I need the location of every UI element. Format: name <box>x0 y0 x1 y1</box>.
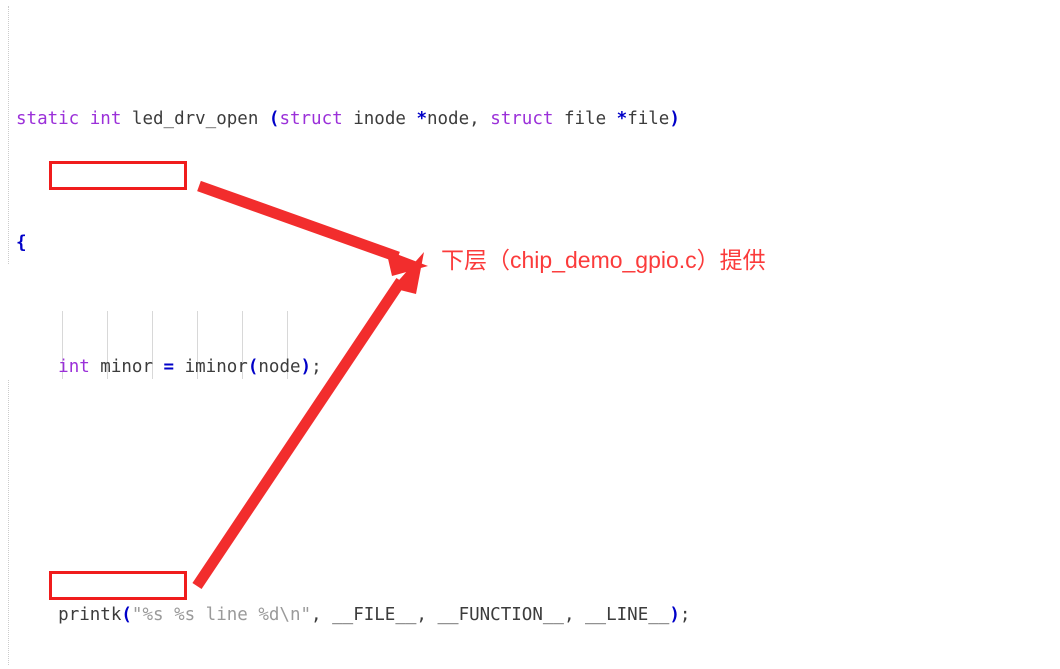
token-param-node: node, <box>426 109 491 130</box>
asterisk-2: * <box>616 109 628 130</box>
token-macro-line: __LINE__ <box>585 605 670 626</box>
semicolon-2: ; <box>679 605 691 626</box>
comma-1: , <box>311 605 333 626</box>
paren-close-2: ) <box>300 357 312 378</box>
token-keyword-int-2: int <box>58 357 90 378</box>
paren-close-3: ) <box>669 605 680 626</box>
semicolon: ; <box>311 357 322 378</box>
token-keyword-static: static <box>16 109 80 130</box>
indent-guide-left <box>8 6 10 264</box>
equals: = <box>163 357 175 378</box>
token-keyword-struct: struct <box>279 109 343 130</box>
token-arg-node: node <box>258 357 301 378</box>
token-macro-function: __FUNCTION__ <box>437 605 564 626</box>
code-editor-viewport[interactable]: static int led_drv_open (struct inode *n… <box>0 0 1060 669</box>
brace-open-open: { <box>16 233 27 254</box>
code-line: { <box>16 231 701 256</box>
token-fn-led-drv-open: led_drv_open <box>131 109 259 130</box>
token-call-iminor: iminor <box>174 357 248 378</box>
asterisk: * <box>416 109 427 130</box>
paren-open-3: ( <box>121 605 132 626</box>
comma-3: , <box>563 605 586 626</box>
paren-close: ) <box>669 109 680 130</box>
token-param-file: file <box>627 109 670 130</box>
token-keyword-struct-2: struct <box>490 109 554 130</box>
comma-2: , <box>416 605 438 626</box>
token-keyword-int: int <box>89 109 122 130</box>
code-line: static int led_drv_open (struct inode *n… <box>16 107 701 132</box>
paren-open: ( <box>268 109 280 130</box>
token-call-printk: printk <box>58 605 122 626</box>
indent-guide-left-2 <box>8 380 10 665</box>
code-line: printk("%s %s line %d\n", __FILE__, __FU… <box>16 603 701 628</box>
code-annotation-screenshot: static int led_drv_open (struct inode *n… <box>0 0 1060 669</box>
string-literal-format: "%s %s line %d\n" <box>131 605 312 626</box>
token-macro-file: __FILE__ <box>332 605 417 626</box>
paren-open-2: ( <box>247 357 259 378</box>
code-line: int minor = iminor(node); <box>16 355 701 380</box>
token-var-minor: minor <box>89 357 164 378</box>
token-type-file: file <box>553 109 617 130</box>
token-type-inode: inode <box>342 109 417 130</box>
